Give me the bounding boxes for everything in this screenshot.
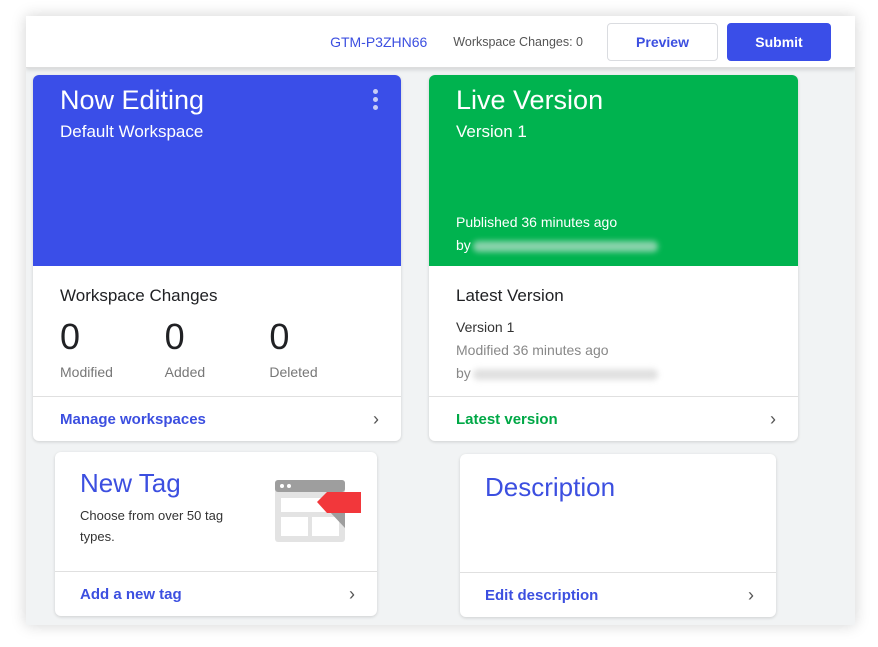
new-tag-description: Choose from over 50 tag types.: [80, 508, 224, 544]
live-version-title: Live Version: [456, 85, 604, 115]
stat-deleted: 0 Deleted: [269, 316, 374, 380]
container-id[interactable]: GTM-P3ZHN66: [330, 34, 427, 50]
now-editing-title: Now Editing: [60, 85, 205, 115]
latest-version-number: Version 1: [456, 319, 515, 335]
stat-value: 0: [164, 316, 185, 357]
stat-label: Added: [164, 364, 206, 380]
workspace-changes-count: Workspace Changes: 0: [453, 34, 583, 49]
stat-value: 0: [60, 316, 81, 357]
workspace-changes-title: Workspace Changes: [60, 286, 218, 305]
description-card[interactable]: Description Edit description ›: [460, 454, 776, 617]
published-by-label: by: [456, 237, 471, 253]
workspace-name: Default Workspace: [60, 122, 204, 141]
stat-modified: 0 Modified: [60, 316, 165, 380]
add-new-tag-link[interactable]: Add a new tag ›: [55, 571, 377, 616]
top-bar: GTM-P3ZHN66 Workspace Changes: 0 Preview…: [26, 16, 855, 68]
preview-button[interactable]: Preview: [607, 22, 718, 61]
link-label: Add a new tag: [80, 585, 182, 603]
stat-value: 0: [269, 316, 290, 357]
live-version-card: Live Version Version 1 Published 36 minu…: [429, 75, 798, 441]
modified-time: Modified 36 minutes ago: [456, 342, 609, 358]
link-label: Edit description: [485, 586, 599, 604]
submit-button[interactable]: Submit: [727, 22, 831, 61]
chevron-right-icon: ›: [748, 584, 754, 605]
now-editing-header: Now Editing Default Workspace: [33, 75, 401, 266]
chevron-right-icon: ›: [770, 408, 776, 429]
description-title: Description: [485, 472, 616, 502]
new-tag-card[interactable]: New Tag Choose from over 50 tag types. A…: [55, 452, 377, 616]
more-vert-icon[interactable]: [373, 89, 379, 113]
live-version-number: Version 1: [456, 122, 527, 141]
chevron-right-icon: ›: [349, 583, 355, 604]
stat-label: Deleted: [269, 364, 318, 380]
redacted-email: [472, 240, 658, 252]
stat-added: 0 Added: [165, 316, 270, 380]
latest-version-title: Latest Version: [456, 286, 564, 305]
chevron-right-icon: ›: [373, 408, 379, 429]
edit-description-link[interactable]: Edit description ›: [460, 572, 776, 617]
latest-version-link[interactable]: Latest version ›: [429, 396, 798, 441]
link-label: Latest version: [456, 410, 558, 428]
link-label: Manage workspaces: [60, 410, 206, 428]
redacted-email: [472, 368, 658, 380]
modified-by-label: by: [456, 365, 471, 381]
stat-label: Modified: [60, 364, 113, 380]
now-editing-card: Now Editing Default Workspace Workspace …: [33, 75, 401, 441]
live-version-header: Live Version Version 1 Published 36 minu…: [429, 75, 798, 266]
app-window: GTM-P3ZHN66 Workspace Changes: 0 Preview…: [26, 16, 855, 625]
tag-browser-icon: [275, 480, 361, 542]
published-time: Published 36 minutes ago: [456, 214, 618, 230]
manage-workspaces-link[interactable]: Manage workspaces ›: [33, 396, 401, 441]
